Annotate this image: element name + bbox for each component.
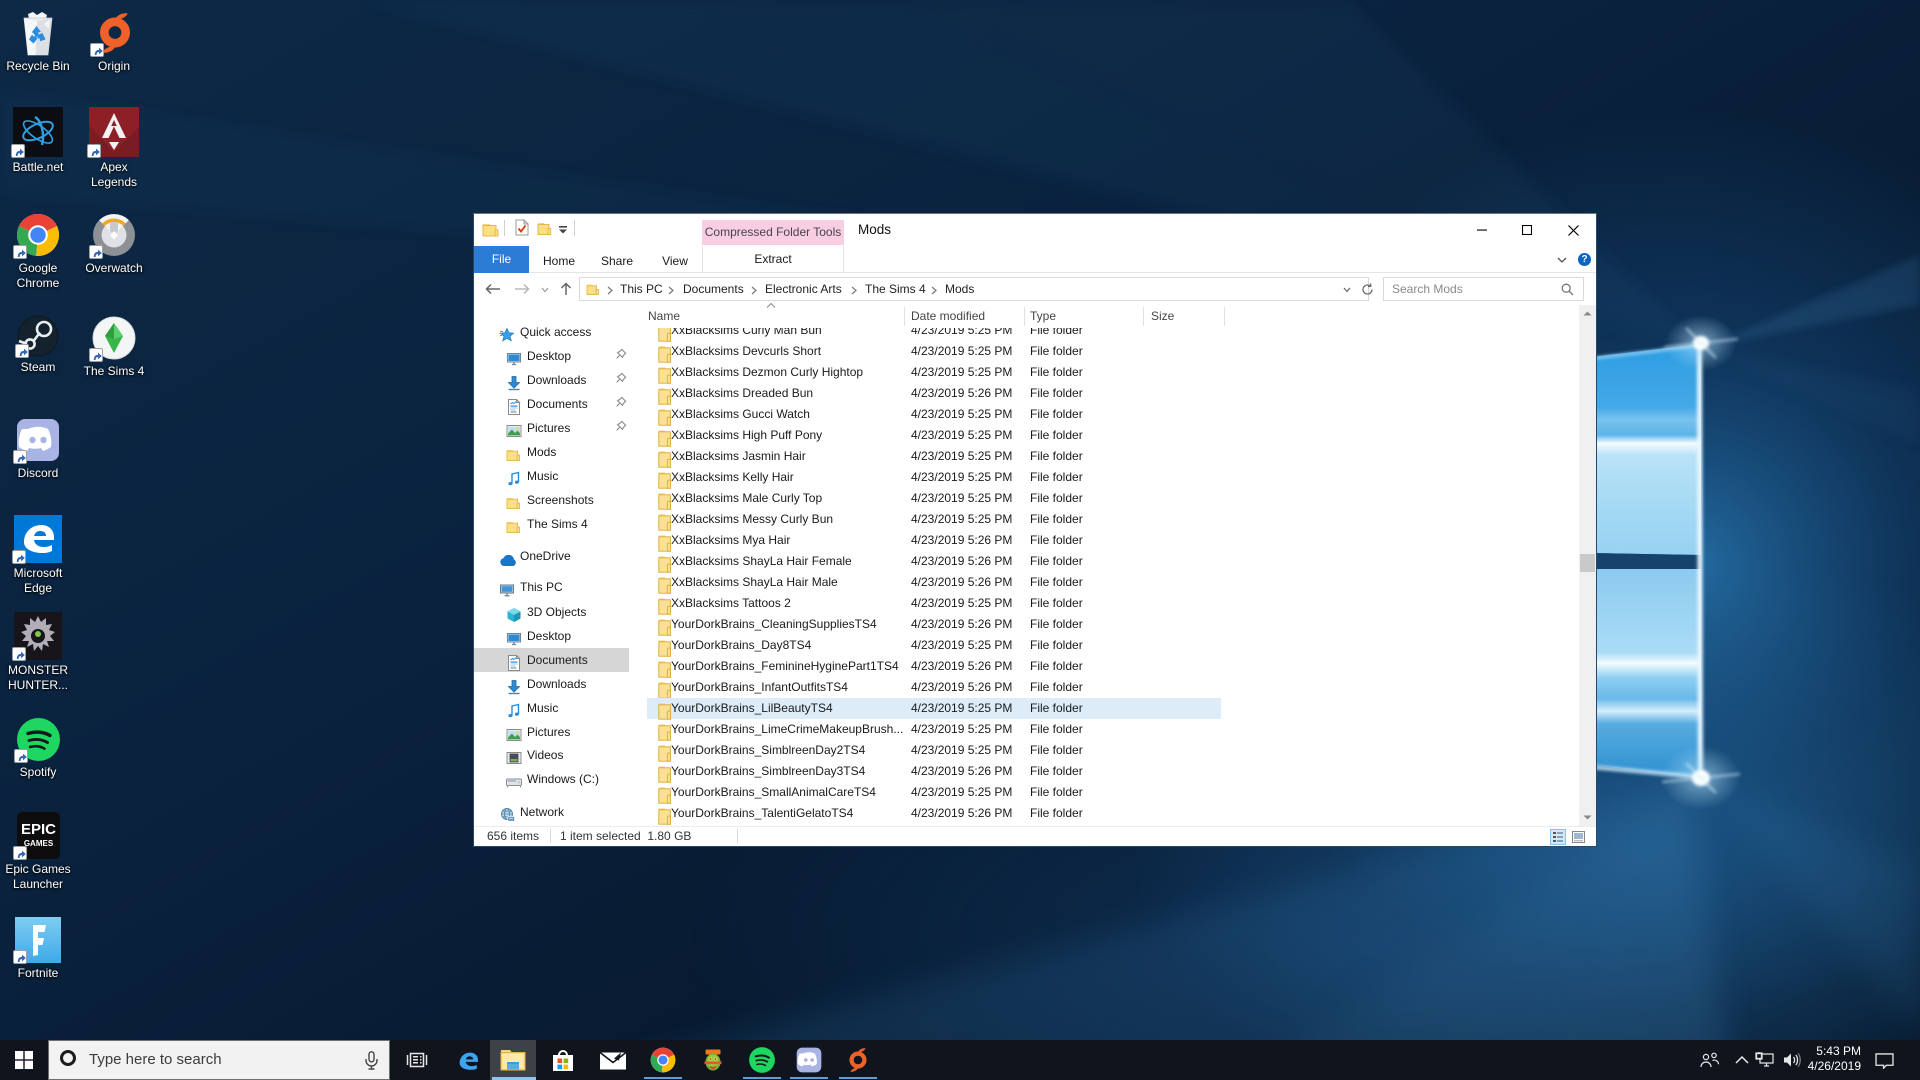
svg-text:GAMES: GAMES [23,839,53,848]
svg-text:EPIC: EPIC [20,821,55,838]
